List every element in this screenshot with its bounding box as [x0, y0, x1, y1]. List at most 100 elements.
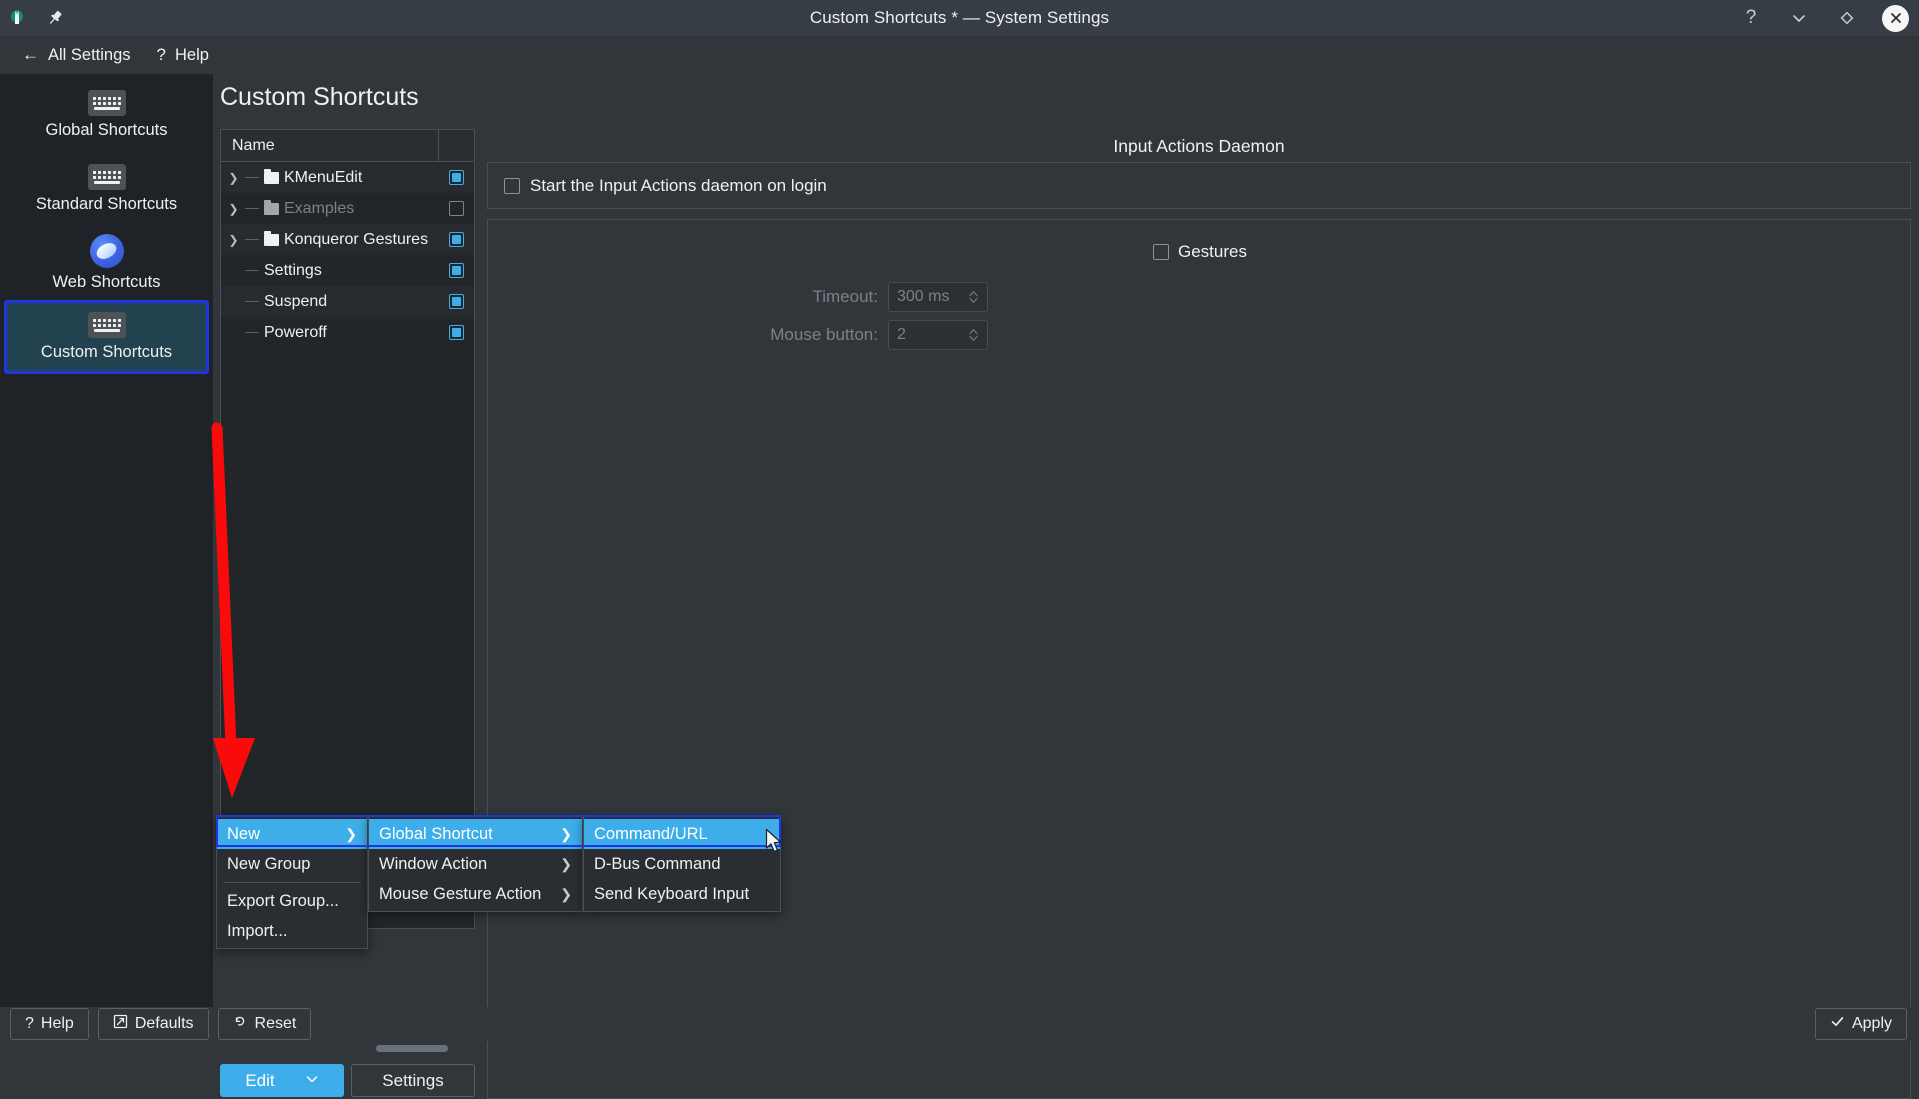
question-mark-icon: ? [156, 45, 167, 64]
shortcuts-tree[interactable]: Name ❯ KMenuEdit ❯ Examples ❯ Konqueror … [220, 129, 475, 929]
menu-item-global-shortcut[interactable]: Global Shortcut ❯ [369, 819, 582, 849]
row-enabled-checkbox[interactable] [448, 263, 464, 278]
tree-row-label: Konqueror Gestures [284, 230, 429, 248]
gestures-checkbox[interactable] [1153, 244, 1169, 260]
timeout-row: Timeout: 300 ms [723, 282, 988, 312]
keyboard-icon [87, 90, 126, 116]
chevron-right-icon: ❯ [560, 885, 572, 902]
spinner-arrows-icon[interactable] [968, 327, 979, 343]
sidebar-item-standard-shortcuts[interactable]: Standard Shortcuts [4, 152, 209, 226]
menu-item-label: Global Shortcut [379, 824, 493, 843]
menu-item-new-group[interactable]: New Group [217, 849, 367, 879]
check-icon [1830, 1014, 1845, 1034]
tree-branch-line [245, 301, 259, 302]
restore-icon [113, 1014, 128, 1034]
gestures-row: Gestures [488, 242, 1912, 262]
tree-branch-line [245, 177, 259, 178]
bottom-action-bar: ? Help Defaults Reset Apply [0, 1007, 1919, 1041]
globe-icon [89, 234, 124, 268]
tree-column-name[interactable]: Name [221, 130, 438, 161]
window-maximize-button[interactable] [1834, 5, 1860, 31]
horizontal-scrollbar[interactable] [376, 1045, 476, 1054]
menu-item-label: Command/URL [594, 824, 708, 843]
sidebar-item-label: Standard Shortcuts [35, 195, 178, 213]
timeout-value: 300 ms [897, 288, 950, 305]
defaults-button[interactable]: Defaults [97, 1008, 209, 1040]
chevron-right-icon[interactable]: ❯ [227, 233, 240, 247]
context-menu-level-1[interactable]: New ❯ New Group Export Group... Import..… [216, 816, 368, 949]
edit-button-label: Edit [245, 1070, 275, 1090]
tree-row-label: KMenuEdit [284, 168, 363, 186]
arrow-left-icon: ← [22, 45, 39, 64]
menu-item-label: New Group [227, 854, 311, 873]
menu-item-import[interactable]: Import... [217, 916, 367, 946]
menu-item-command-url[interactable]: Command/URL [584, 819, 780, 849]
sidebar-item-web-shortcuts[interactable]: Web Shortcuts [4, 226, 209, 300]
question-mark-icon: ? [25, 1015, 34, 1032]
window-minimize-button[interactable] [1786, 5, 1812, 31]
window-close-button[interactable] [1882, 4, 1909, 32]
table-row[interactable]: ❯ Examples [221, 193, 474, 224]
tree-branch-line [245, 208, 259, 209]
keyboard-icon [87, 164, 126, 190]
sidebar-item-label: Custom Shortcuts [40, 343, 173, 361]
start-daemon-checkbox[interactable] [504, 177, 520, 194]
sidebar-item-label: Global Shortcuts [45, 121, 168, 139]
help-button[interactable]: ? Help [10, 1008, 89, 1040]
toolbar-help-button[interactable]: ? Help [147, 40, 219, 70]
title-bar: Custom Shortcuts * — System Settings ? [0, 0, 1919, 36]
row-enabled-checkbox[interactable] [448, 325, 464, 340]
start-daemon-label[interactable]: Start the Input Actions daemon on login [530, 176, 827, 196]
help-button-label: Help [40, 1015, 74, 1032]
tree-action-buttons: Edit Settings [220, 1064, 475, 1098]
reset-button[interactable]: Reset [217, 1008, 312, 1040]
row-enabled-checkbox[interactable] [448, 170, 464, 185]
tree-branch-line [245, 270, 259, 271]
table-row[interactable]: ❯ KMenuEdit [221, 162, 474, 193]
gesture-parameters: Timeout: 300 ms Mouse button: 2 [723, 282, 988, 358]
table-row[interactable]: ❯ Konqueror Gestures [221, 224, 474, 255]
gestures-label[interactable]: Gestures [1178, 242, 1247, 262]
tree-branch-line [245, 332, 259, 333]
tree-column-enabled[interactable] [438, 130, 474, 161]
edit-button[interactable]: Edit [220, 1064, 344, 1097]
table-row[interactable]: ❯ Settings [221, 255, 474, 286]
tree-row-label: Poweroff [264, 323, 327, 341]
menu-item-new[interactable]: New ❯ [217, 819, 367, 849]
row-enabled-checkbox[interactable] [448, 232, 464, 247]
menu-item-send-keyboard-input[interactable]: Send Keyboard Input [584, 879, 780, 909]
context-menu-level-2[interactable]: Global Shortcut ❯ Window Action ❯ Mouse … [368, 816, 583, 912]
timeout-spinbox[interactable]: 300 ms [888, 282, 988, 312]
window-title: Custom Shortcuts * — System Settings [809, 8, 1110, 27]
menu-separator [223, 882, 361, 883]
menu-item-export-group[interactable]: Export Group... [217, 886, 367, 916]
menu-item-window-action[interactable]: Window Action ❯ [369, 849, 582, 879]
apply-button[interactable]: Apply [1814, 1008, 1907, 1040]
menu-item-dbus-command[interactable]: D-Bus Command [584, 849, 780, 879]
menu-item-label: Import... [227, 921, 288, 940]
folder-icon [264, 168, 279, 184]
menu-item-mouse-gesture-action[interactable]: Mouse Gesture Action ❯ [369, 879, 582, 909]
mouse-button-label: Mouse button: [770, 325, 878, 344]
keyboard-icon [87, 312, 126, 338]
context-menu-level-3[interactable]: Command/URL D-Bus Command Send Keyboard … [583, 816, 781, 912]
all-settings-button[interactable]: ← All Settings [12, 40, 141, 70]
folder-icon [264, 230, 279, 246]
spinner-arrows-icon[interactable] [968, 289, 979, 305]
table-row[interactable]: ❯ Poweroff [221, 317, 474, 348]
toolbar-help-label: Help [175, 45, 209, 64]
sidebar-item-custom-shortcuts[interactable]: Custom Shortcuts [4, 300, 209, 374]
settings-button[interactable]: Settings [351, 1064, 475, 1097]
row-enabled-checkbox[interactable] [448, 201, 464, 216]
window-help-button[interactable]: ? [1738, 5, 1764, 31]
chevron-right-icon[interactable]: ❯ [227, 202, 240, 216]
sidebar-item-global-shortcuts[interactable]: Global Shortcuts [4, 78, 209, 152]
chevron-right-icon[interactable]: ❯ [227, 171, 240, 185]
mouse-button-spinbox[interactable]: 2 [888, 320, 988, 350]
menu-item-label: New [227, 824, 261, 843]
tree-header-row: Name [221, 130, 474, 162]
row-enabled-checkbox[interactable] [448, 294, 464, 309]
page-title: Custom Shortcuts [220, 83, 419, 111]
table-row[interactable]: ❯ Suspend [221, 286, 474, 317]
input-actions-daemon-title: Input Actions Daemon [1113, 136, 1285, 156]
